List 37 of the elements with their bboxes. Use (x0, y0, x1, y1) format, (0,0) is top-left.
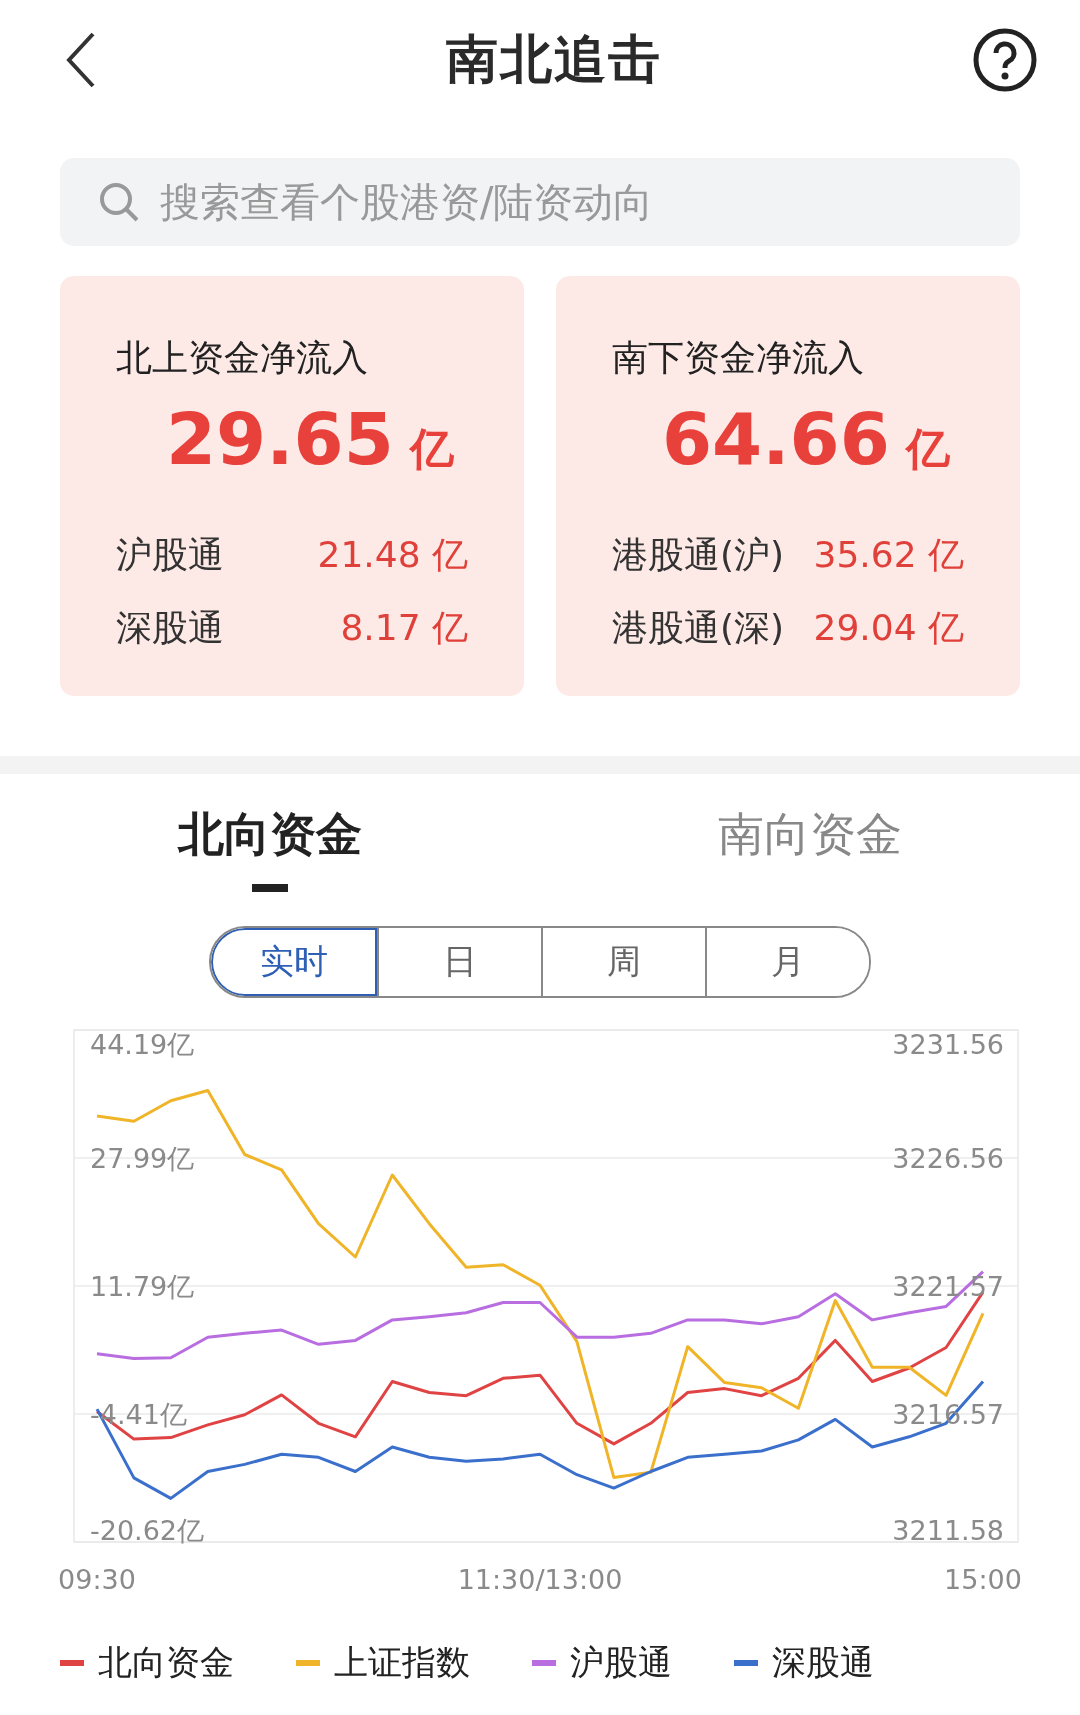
legend-label: 上证指数 (334, 1641, 470, 1684)
amount-unit: 亿 (905, 422, 950, 476)
axis-label: 44.19亿 (90, 1029, 195, 1060)
channel-label: 深股通 (116, 606, 224, 650)
legend-label: 沪股通 (570, 1641, 672, 1684)
axis-label: 3226.56 (892, 1143, 1004, 1175)
axis-label: 3231.56 (892, 1029, 1004, 1060)
page-title: 南北追击 (446, 28, 662, 91)
legend-label: 深股通 (772, 1641, 874, 1684)
period-tab[interactable]: 月 (705, 928, 869, 996)
tab[interactable]: 南向资金 (540, 804, 1080, 904)
channel-value: 21.48 亿 (317, 533, 468, 577)
axis-label: 3211.58 (892, 1515, 1004, 1546)
card-title: 南下资金净流入 (612, 336, 865, 380)
amount-value: 29.65 (166, 397, 394, 481)
axis-label: 15:00 (944, 1564, 1022, 1595)
channel-value: 29.04 亿 (813, 606, 964, 650)
legend-label: 北向资金 (98, 1641, 234, 1684)
search-icon (98, 181, 140, 223)
amount-value: 64.66 (662, 397, 890, 481)
axis-label: 11.79亿 (90, 1270, 195, 1302)
axis-label: -20.62亿 (90, 1515, 205, 1546)
search-field[interactable]: 搜索查看个股港资/陆资动向 (60, 158, 1020, 246)
back-icon[interactable] (66, 32, 96, 88)
channel-label: 港股通(深) (612, 606, 785, 650)
card-title: 北上资金净流入 (116, 336, 369, 380)
period-tab[interactable]: 实时 (211, 928, 377, 996)
axis-label: 09:30 (58, 1564, 136, 1595)
amount-unit: 亿 (409, 422, 454, 476)
axis-label: 27.99亿 (90, 1143, 195, 1174)
channel-value: 8.17 亿 (340, 606, 468, 650)
help-icon[interactable] (972, 27, 1038, 93)
axis-label: 11:30/13:00 (457, 1564, 623, 1595)
channel-label: 港股通(沪) (612, 533, 785, 577)
channel-label: 沪股通 (116, 533, 224, 577)
channel-value: 35.62 亿 (813, 533, 964, 577)
tab[interactable]: 北向资金 (0, 804, 540, 904)
